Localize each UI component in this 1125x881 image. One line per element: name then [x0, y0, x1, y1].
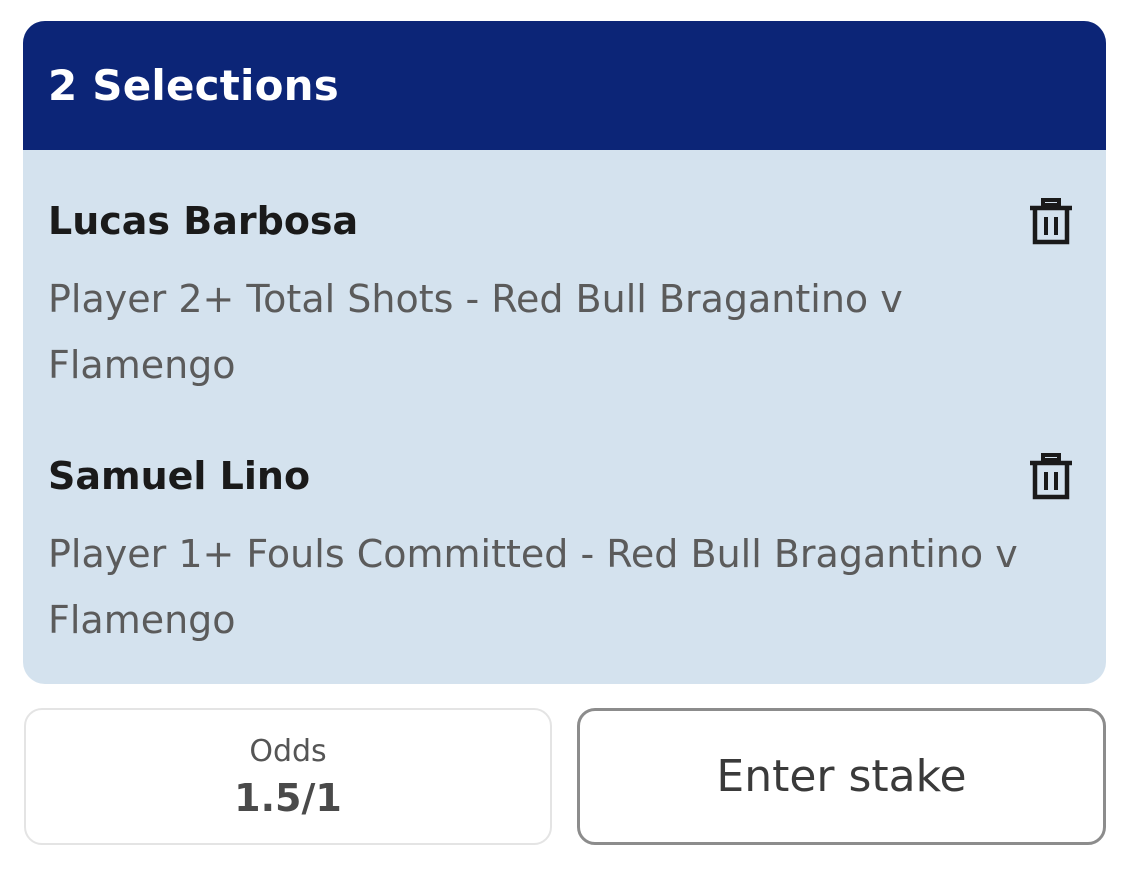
- selection-name: Samuel Lino: [48, 454, 311, 498]
- betslip-card: 2 Selections Lucas Barbosa Player 2+ Tot…: [23, 21, 1106, 684]
- betslip-header: 2 Selections: [23, 21, 1106, 150]
- odds-label: Odds: [249, 734, 327, 769]
- selection-item: Samuel Lino Player 1+ Fouls Committed - …: [48, 453, 1083, 653]
- selection-name: Lucas Barbosa: [48, 199, 359, 243]
- odds-value: 1.5/1: [234, 776, 342, 820]
- selections-count-title: 2 Selections: [48, 61, 339, 110]
- trash-icon[interactable]: [1026, 197, 1076, 247]
- selection-market: Player 1+ Fouls Committed - Red Bull Bra…: [48, 532, 1018, 642]
- odds-box: Odds 1.5/1: [24, 708, 552, 845]
- stake-input[interactable]: [577, 708, 1106, 845]
- trash-icon[interactable]: [1026, 452, 1076, 502]
- selection-item: Lucas Barbosa Player 2+ Total Shots - Re…: [48, 198, 1083, 398]
- selection-market: Player 2+ Total Shots - Red Bull Bragant…: [48, 277, 903, 387]
